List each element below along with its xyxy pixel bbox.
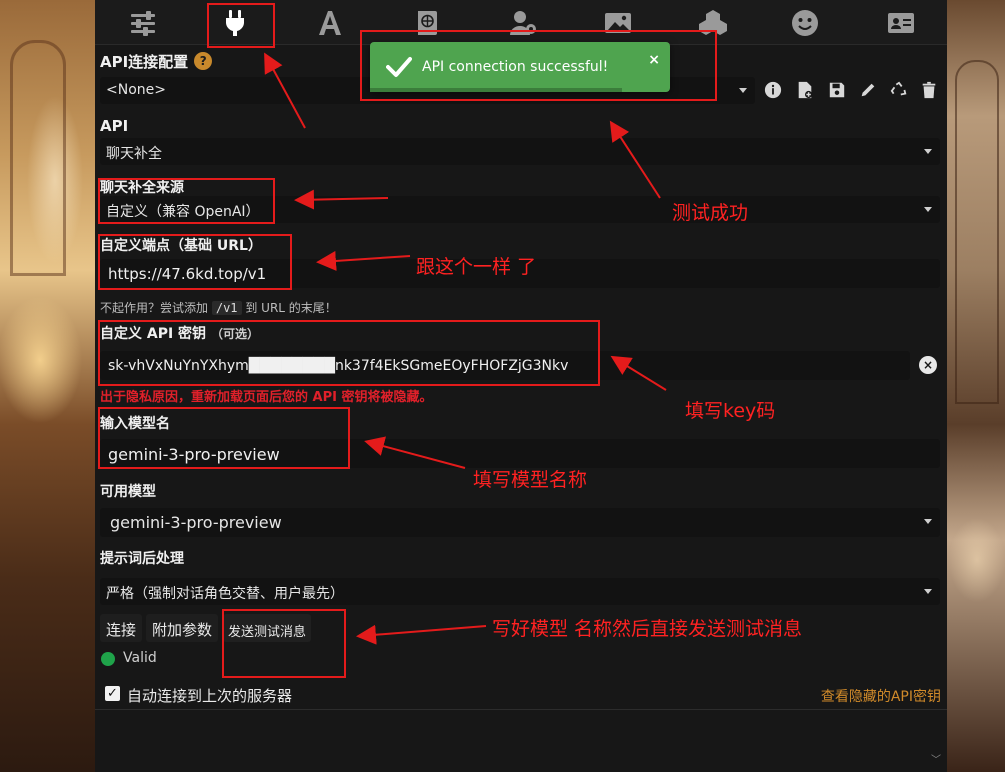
divider	[95, 709, 947, 710]
new-file-icon[interactable]	[793, 78, 817, 102]
font-icon[interactable]	[310, 6, 350, 40]
api-label: API	[100, 117, 129, 135]
smiley-icon[interactable]	[785, 6, 825, 40]
trash-icon[interactable]	[917, 78, 941, 102]
annotation-box-model	[98, 407, 350, 469]
annotation-fill-model: 填写模型名称	[473, 469, 588, 491]
endpoint-hint-before: 不起作用？尝试添加	[100, 301, 209, 315]
config-title: API连接配置?	[100, 51, 213, 72]
recycle-icon[interactable]	[887, 78, 911, 102]
chevron-down-icon[interactable]: ﹀	[931, 751, 941, 766]
available-models-label: 可用模型	[100, 484, 156, 500]
annotation-box-endpoint	[98, 234, 292, 290]
prompt-post-label: 提示词后处理	[100, 551, 184, 567]
background-art-left	[0, 0, 95, 772]
help-icon[interactable]: ?	[194, 52, 213, 70]
annotation-box-send-test	[222, 609, 346, 678]
annotation-box-source	[98, 178, 275, 224]
save-icon[interactable]	[825, 78, 849, 102]
endpoint-hint-after: 到 URL 的末尾！	[245, 301, 337, 315]
view-hidden-keys-link[interactable]: 查看隐藏的API密钥	[821, 686, 941, 706]
api-key-warning: 出于隐私原因，重新加载页面后您的 API 密钥将被隐藏。	[100, 390, 433, 405]
auto-connect-label: 自动连接到上次的服务器	[127, 687, 293, 705]
endpoint-hint-code: /v1	[211, 301, 242, 315]
annotation-same-as-this: 跟这个一样 了	[416, 256, 537, 278]
pencil-icon[interactable]	[856, 78, 880, 102]
prompt-post-select[interactable]: 严格（强制对话角色交替、用户最先）	[100, 578, 940, 605]
auto-connect-checkbox[interactable]: ✓	[105, 686, 120, 701]
clear-key-icon[interactable]: ×	[919, 356, 937, 374]
extra-params-button[interactable]: 附加参数	[146, 614, 219, 642]
endpoint-hint: 不起作用？尝试添加 /v1 到 URL 的末尾！	[100, 299, 337, 316]
api-type-select[interactable]: 聊天补全	[100, 138, 940, 165]
status-indicator	[101, 652, 115, 666]
annotation-send-test: 写好模型 名称然后直接发送测试消息	[492, 618, 803, 640]
annotation-box-plug	[207, 3, 275, 48]
annotation-success: 测试成功	[672, 202, 749, 224]
info-icon[interactable]	[761, 78, 785, 102]
connect-button[interactable]: 连接	[100, 614, 143, 642]
annotation-box-toast	[360, 30, 717, 101]
status-text: Valid	[123, 650, 157, 666]
annotation-box-apikey	[98, 320, 600, 386]
available-models-select[interactable]: gemini-3-pro-preview	[100, 508, 940, 537]
annotation-fill-key: 填写key码	[685, 400, 776, 422]
sliders-icon[interactable]	[123, 6, 163, 40]
id-card-icon[interactable]	[881, 6, 921, 40]
background-art-right	[947, 0, 1005, 772]
config-title-text: API连接配置	[100, 53, 189, 71]
